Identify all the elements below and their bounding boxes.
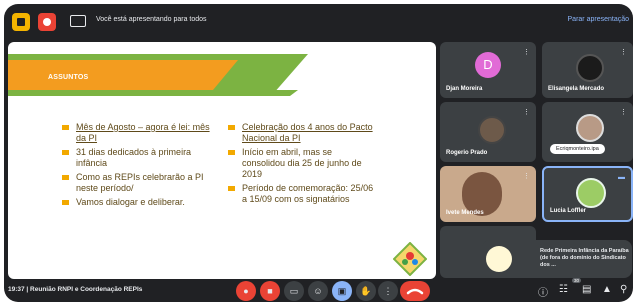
bottom-bar: 19:37 | Reunião RNPI e Coordenação REPIs… — [4, 278, 633, 302]
participant-name: Ecriqmonteiro.ipa — [550, 144, 605, 154]
participant-name: Ivete Mendes — [446, 210, 484, 216]
mic-icon: ⋮ — [523, 109, 530, 116]
bullet-icon — [62, 150, 69, 155]
participant-tile[interactable]: ⋮ Rogerio Prado — [440, 102, 536, 162]
participant-name: Rogerio Prado — [446, 150, 488, 156]
participant-tile[interactable]: ⋮ Elisangela Mercado — [542, 42, 633, 98]
avatar — [576, 54, 604, 82]
bullet-icon — [62, 200, 69, 205]
participant-tile[interactable]: ▬ Lucia Loffler — [542, 166, 633, 222]
mic-icon: ⋮ — [620, 109, 627, 116]
stop-presenting-button[interactable]: Parar apresentação — [568, 16, 629, 23]
slide-bullet: 31 dias dedicados à primeira infância — [60, 147, 220, 169]
chat-icon[interactable]: ▤ — [582, 284, 591, 295]
avatar — [478, 116, 506, 144]
host-controls-icon[interactable]: ⚲ — [620, 284, 627, 295]
mic-icon: ⋮ — [523, 173, 530, 180]
avatar: D — [475, 52, 501, 78]
slide-right-column: Celebração dos 4 anos do Pacto Nacional … — [226, 122, 376, 208]
people-icon[interactable]: ☷ — [559, 284, 568, 295]
participant-tile[interactable]: D ⋮ Djan Moreira — [440, 42, 536, 98]
participant-tile[interactable]: ⋮ Ecriqmonteiro.ipa — [542, 102, 633, 162]
meeting-info: 19:37 | Reunião RNPI e Coordenação REPIs — [8, 286, 143, 293]
mic-icon: ⋮ — [620, 49, 627, 56]
bullet-icon — [228, 150, 235, 155]
bullet-icon — [228, 186, 235, 191]
bullet-icon — [228, 125, 235, 130]
emoji-icon[interactable]: ☺ — [308, 281, 328, 301]
present-icon[interactable]: ▣ — [332, 281, 352, 301]
meet-window: Você está apresentando para todos Parar … — [4, 4, 633, 302]
speaking-icon: ▬ — [618, 174, 625, 181]
slide-bullet: Início em abril, mas se consolidou dia 2… — [226, 147, 376, 180]
avatar — [576, 114, 604, 142]
slide-title: ASSUNTOS — [48, 74, 89, 81]
raise-hand-icon[interactable]: ✋ — [356, 281, 376, 301]
slide-bullet: Como as REPIs celebrarão a PI neste perí… — [60, 172, 220, 194]
slide-left-column: Mês de Agosto – agora é lei: mês da PI 3… — [60, 122, 220, 211]
participant-tile[interactable]: ⋮ Ivete Mendes — [440, 166, 536, 222]
present-screen-icon — [70, 15, 86, 27]
bullet-icon — [62, 125, 69, 130]
participant-avatar — [486, 246, 512, 272]
camera-icon[interactable]: ■ — [260, 281, 280, 301]
captions-icon[interactable]: ▭ — [284, 281, 304, 301]
participant-notification: Rede Primeira Infância da Paraíba (de fo… — [482, 240, 632, 278]
top-bar: Você está apresentando para todos Parar … — [4, 4, 633, 42]
bullet-icon — [62, 175, 69, 180]
end-call-button[interactable] — [400, 281, 430, 301]
notification-text: Rede Primeira Infância da Paraíba (de fo… — [540, 248, 629, 268]
info-icon[interactable]: ⓘ — [538, 284, 548, 299]
participant-name: Lucia Loffler — [550, 208, 587, 214]
shared-slide: ASSUNTOS Mês de Agosto – agora é lei: mê… — [8, 42, 436, 279]
slide-bullet: Celebração dos 4 anos do Pacto Nacional … — [226, 122, 376, 144]
participant-name: Djan Moreira — [446, 86, 483, 92]
avatar — [576, 178, 606, 208]
organization-logo — [393, 242, 427, 276]
slide-bullet: Período de comemoração: 25/06 a 15/09 co… — [226, 183, 376, 205]
presenting-status: Você está apresentando para todos — [96, 16, 207, 23]
participant-name: Elisangela Mercado — [548, 86, 605, 92]
slide-bullet: Mês de Agosto – agora é lei: mês da PI — [60, 122, 220, 144]
activities-icon[interactable]: ▲ — [602, 284, 612, 295]
participant-count-badge: 30 — [572, 278, 582, 283]
more-options-icon[interactable]: ⋮ — [378, 281, 398, 301]
mic-icon: ⋮ — [523, 49, 530, 56]
app-icon[interactable] — [12, 13, 30, 31]
microphone-icon[interactable]: ● — [236, 281, 256, 301]
record-icon[interactable] — [38, 13, 56, 31]
slide-bullet: Vamos dialogar e deliberar. — [60, 197, 220, 208]
